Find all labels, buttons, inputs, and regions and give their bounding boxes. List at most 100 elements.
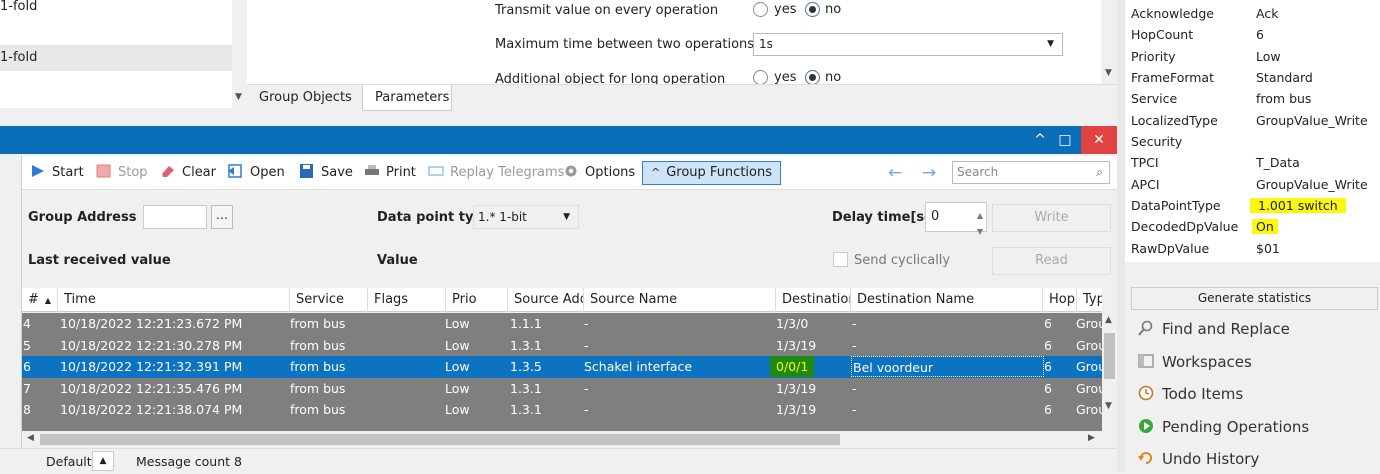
table-row[interactable]: 4 10/18/2022 12:21:23.672 PM from bus Lo… <box>22 313 1102 335</box>
layout-dropdown-button[interactable]: ▲ <box>92 451 114 471</box>
cell-source-name: - <box>584 402 589 417</box>
play-icon <box>30 158 46 177</box>
scroll-thumb[interactable] <box>40 434 840 445</box>
generate-statistics-button[interactable]: Generate statistics <box>1131 287 1378 310</box>
side-panel-undo-history[interactable]: Undo History <box>1138 446 1259 472</box>
clear-button[interactable]: Clear <box>160 156 216 190</box>
cell-type: Grou <box>1076 359 1102 374</box>
side-panel-label: Todo Items <box>1162 385 1244 403</box>
radio-yes[interactable] <box>753 2 768 17</box>
search-input[interactable]: Search ⌕ <box>952 161 1110 184</box>
params-scrollbar[interactable]: ▼ <box>1101 0 1117 84</box>
radio-no-label: no <box>825 70 842 85</box>
prop-key: LocalizedType <box>1131 113 1218 128</box>
chevron-down-icon[interactable]: ▼ <box>1105 68 1112 78</box>
col-header-source-addr[interactable]: Source Addr <box>508 288 584 312</box>
prop-value: T_Data <box>1256 155 1300 170</box>
save-button[interactable]: Save <box>299 156 353 190</box>
tab-group-objects[interactable]: Group Objects <box>247 85 364 111</box>
side-panel-find-replace[interactable]: Find and Replace <box>1138 316 1290 342</box>
chevron-down-icon: ▼ <box>1047 39 1054 49</box>
prop-key: DecodedDpValue <box>1131 219 1239 234</box>
table-row[interactable]: 7 10/18/2022 12:21:35.476 PM from bus Lo… <box>22 377 1102 399</box>
max-time-select[interactable]: 1s ▼ <box>753 33 1063 56</box>
cell-number: 5 <box>23 337 31 353</box>
col-header-service[interactable]: Service <box>290 288 368 312</box>
side-panel-pending[interactable]: Pending Operations <box>1138 414 1309 440</box>
chevron-down-icon[interactable]: ▼ <box>1105 401 1112 411</box>
group-address-label: Group Address <box>28 210 137 225</box>
chevron-up-icon[interactable]: ▲ <box>1105 315 1112 325</box>
radio-no[interactable] <box>805 70 820 85</box>
table-row-selected[interactable]: 6 10/18/2022 12:21:32.391 PM from bus Lo… <box>22 356 1102 378</box>
side-panel-label: Undo History <box>1162 450 1260 468</box>
list-item[interactable]: 1-fold <box>0 0 232 20</box>
group-functions-button[interactable]: ^ Group Functions <box>642 161 781 185</box>
cell-service: from bus <box>290 380 346 396</box>
col-header-flags[interactable]: Flags <box>368 288 446 312</box>
col-header-destination-name[interactable]: Destination Name <box>851 288 1043 312</box>
param-label: Maximum time between two operations <box>495 37 755 52</box>
cell-type: Grou <box>1076 380 1102 396</box>
layout-name: Default <box>46 454 92 469</box>
col-header-hop[interactable]: Hop <box>1043 288 1077 312</box>
radio-yes[interactable] <box>753 70 768 85</box>
col-header-source-name[interactable]: Source Name <box>584 288 776 312</box>
cell-source: 1.3.5 <box>510 359 542 374</box>
table-horizontal-scrollbar[interactable]: ◀ ▶ <box>22 431 1102 448</box>
read-button[interactable]: Read <box>992 247 1111 275</box>
table-row[interactable]: 8 10/18/2022 12:21:38.074 PM from bus Lo… <box>22 399 1102 421</box>
print-button[interactable]: Print <box>364 156 416 190</box>
scroll-thumb[interactable] <box>1104 333 1115 379</box>
chevron-right-icon[interactable]: ▶ <box>1088 433 1095 443</box>
open-label: Open <box>250 165 285 180</box>
chevron-down-icon[interactable]: ▼ <box>235 92 242 102</box>
chevron-down-icon: ▼ <box>563 212 570 222</box>
prop-value: 6 <box>1256 27 1264 42</box>
col-header-destination[interactable]: Destination <box>776 288 851 312</box>
stepper-down-icon[interactable]: ▼ <box>977 218 983 246</box>
cell-destination-name: - <box>852 402 857 417</box>
dpt-select[interactable]: 1.* 1-bit ▼ <box>473 205 579 229</box>
list-item-selected[interactable]: 1-fold <box>0 45 232 71</box>
stop-button[interactable]: Stop <box>96 156 148 190</box>
col-header-number[interactable]: # ▲ <box>22 288 58 312</box>
maximize-button[interactable]: □ <box>1050 126 1080 154</box>
prop-value: GroupValue_Write <box>1256 113 1368 128</box>
col-header-type[interactable]: Typ <box>1077 288 1102 312</box>
back-arrow-icon[interactable]: ← <box>888 156 902 190</box>
col-header-time[interactable]: Time <box>58 288 290 312</box>
eraser-icon <box>160 158 176 177</box>
prop-value-highlighted: 1.001 switch <box>1250 198 1346 213</box>
list-scrollbar[interactable]: ▼ <box>232 0 246 108</box>
browse-button[interactable]: ... <box>211 205 233 229</box>
delay-value: 0 <box>931 209 940 224</box>
prop-key: Priority <box>1131 49 1176 64</box>
radio-no[interactable] <box>805 2 820 17</box>
start-button[interactable]: Start <box>30 156 84 190</box>
table-row[interactable]: 5 10/18/2022 12:21:30.278 PM from bus Lo… <box>22 334 1102 356</box>
side-panel-todo[interactable]: Todo Items <box>1138 381 1243 407</box>
table-vertical-scrollbar[interactable]: ▲ ▼ <box>1102 313 1117 431</box>
prop-key: RawDpValue <box>1131 241 1210 256</box>
splitter[interactable] <box>1117 0 1125 472</box>
cell-source-name: - <box>584 380 589 396</box>
write-button[interactable]: Write <box>992 204 1111 232</box>
chevron-left-icon[interactable]: ◀ <box>27 433 34 443</box>
param-label: Transmit value on every operation <box>495 3 719 18</box>
cell-source: 1.3.1 <box>510 402 542 417</box>
group-address-input[interactable] <box>143 205 207 229</box>
cell-service: from bus <box>290 359 346 374</box>
table-header: #▲ Time Service Flags Prio Source Addr S… <box>22 288 1102 312</box>
send-cyclically-checkbox[interactable] <box>833 252 848 267</box>
side-panel-workspaces[interactable]: Workspaces <box>1138 349 1252 375</box>
forward-arrow-icon[interactable]: → <box>922 156 936 190</box>
options-button[interactable]: Options <box>563 156 635 190</box>
close-button[interactable]: ✕ <box>1081 126 1117 154</box>
replay-telegrams-button[interactable]: Replay Telegrams <box>428 156 564 190</box>
tab-parameters[interactable]: Parameters <box>362 85 452 111</box>
cell-prio: Low <box>445 337 470 353</box>
col-header-prio[interactable]: Prio <box>446 288 508 312</box>
open-button[interactable]: Open <box>228 156 285 190</box>
delay-input[interactable]: 0 ▲ ▼ <box>925 202 987 236</box>
